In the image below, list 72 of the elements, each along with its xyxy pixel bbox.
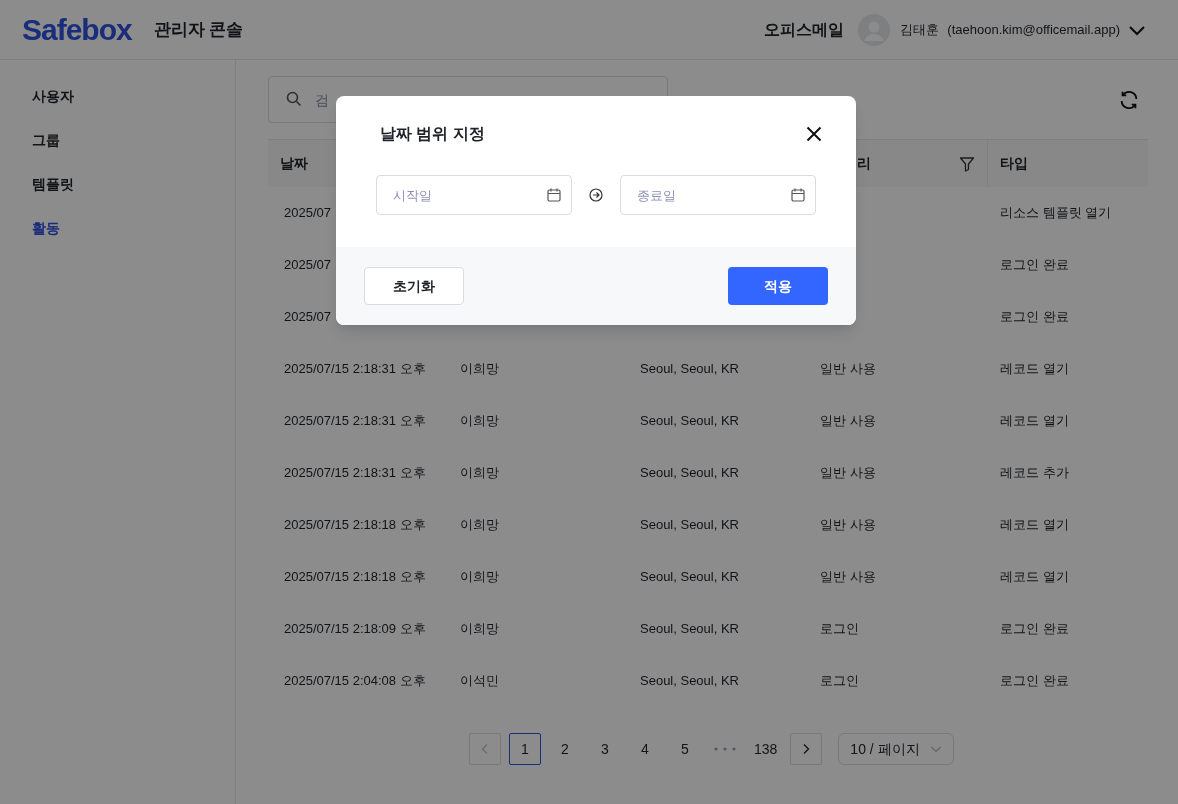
page-button[interactable]: 2: [549, 733, 581, 765]
table-cell-text: 2025/07/15 2:18:18 오후: [283, 568, 427, 587]
table-cell-text: 2025/07/15 2:04:08 오후: [283, 672, 427, 691]
table-cell-text: 일반 사용: [819, 464, 877, 483]
calendar-icon: [546, 187, 562, 203]
close-icon[interactable]: [806, 126, 822, 142]
column-header: 리: [857, 154, 871, 173]
table-cell-text: 2025/07/15 2:18:31 오후: [283, 360, 427, 379]
table-cell-text: 이희망: [459, 620, 500, 639]
table-cell-text: 이희망: [459, 516, 500, 535]
table-cell-text: 일반 사용: [819, 516, 877, 535]
table-cell-text: 리소스 템플릿 열기: [999, 204, 1113, 223]
page-button[interactable]: 1: [509, 733, 541, 765]
page-size-dropdown[interactable]: 10 / 페이지: [838, 733, 954, 765]
table-cell-text: 로그인 완료: [999, 620, 1070, 639]
column-header: 타입: [999, 154, 1029, 173]
user-name: 김태훈: [900, 20, 940, 39]
table-cell-text: 이희망: [459, 412, 500, 431]
user-email: (taehoon.kim@officemail.app): [947, 20, 1120, 39]
table-cell-text: 레코드 열기: [999, 360, 1070, 379]
sidebar-item[interactable]: 활동: [32, 206, 60, 250]
page-button[interactable]: 3: [589, 733, 621, 765]
table-cell-text: 로그인 완료: [999, 308, 1070, 327]
table-cell-text: Seoul, Seoul, KR: [639, 672, 740, 691]
table-cell-text: 2025/07/15 2:18:31 오후: [283, 412, 427, 431]
sidebar-item[interactable]: 사용자: [32, 74, 74, 118]
table-cell-text: 2025/07: [283, 256, 332, 275]
organization-name: 오피스메일: [764, 19, 845, 40]
page-button[interactable]: 4: [629, 733, 661, 765]
logo[interactable]: Safebox: [22, 7, 132, 52]
table-cell-text: 2025/07/15 2:18:31 오후: [283, 464, 427, 483]
table-cell-text: 로그인 완료: [999, 672, 1070, 691]
sidebar-item[interactable]: 템플릿: [32, 162, 74, 206]
table-cell-text: 이희망: [459, 568, 500, 587]
table-cell-text: 로그인: [819, 672, 860, 691]
calendar-icon: [790, 187, 806, 203]
table-cell-text: Seoul, Seoul, KR: [639, 516, 740, 535]
date-field[interactable]: 시작일: [376, 175, 572, 215]
table-cell-text: 레코드 열기: [999, 412, 1070, 431]
table-cell-text: 일반 사용: [819, 360, 877, 379]
table-cell-text: Seoul, Seoul, KR: [639, 412, 740, 431]
search-icon: [286, 91, 302, 107]
table-cell-text: 2025/07/15 2:18:18 오후: [283, 516, 427, 535]
table-cell-text: 일반 사용: [819, 568, 877, 587]
table-cell-text: Seoul, Seoul, KR: [639, 360, 740, 379]
table-cell-text: 2025/07/15 2:18:09 오후: [283, 620, 427, 639]
column-header: 날짜: [279, 154, 309, 173]
table-cell-text: 2025/07: [283, 308, 332, 327]
table-cell-text: Seoul, Seoul, KR: [639, 464, 740, 483]
table-cell-text: 로그인 완료: [999, 256, 1070, 275]
table-cell-text: 일반 사용: [819, 412, 877, 431]
table-cell-text: Seoul, Seoul, KR: [639, 568, 740, 587]
date-field[interactable]: 종료일: [620, 175, 816, 215]
table-cell-text: 이희망: [459, 360, 500, 379]
table-cell-text: 레코드 열기: [999, 568, 1070, 587]
filter-icon[interactable]: [959, 155, 975, 172]
dialog-title: 날짜 범위 지정: [380, 124, 485, 144]
table-cell-text: 이희망: [459, 464, 500, 483]
arrow-right-icon: [589, 188, 603, 202]
refresh-icon[interactable]: [1118, 88, 1140, 111]
table-cell-text: 레코드 열기: [999, 516, 1070, 535]
sidebar-item[interactable]: 그룹: [32, 118, 60, 162]
console-title: 관리자 콘솔: [153, 18, 244, 41]
page-button[interactable]: 5: [669, 733, 701, 765]
table-cell-text: 로그인: [819, 620, 860, 639]
reset-button[interactable]: 초기화: [364, 267, 464, 305]
table-cell-text: 레코드 추가: [999, 464, 1070, 483]
table-cell-text: Seoul, Seoul, KR: [639, 620, 740, 639]
table-cell-text: 2025/07: [283, 204, 332, 223]
apply-button[interactable]: 적용: [728, 267, 828, 305]
page-button[interactable]: 138: [749, 733, 783, 765]
table-cell-text: 이석민: [459, 672, 500, 691]
